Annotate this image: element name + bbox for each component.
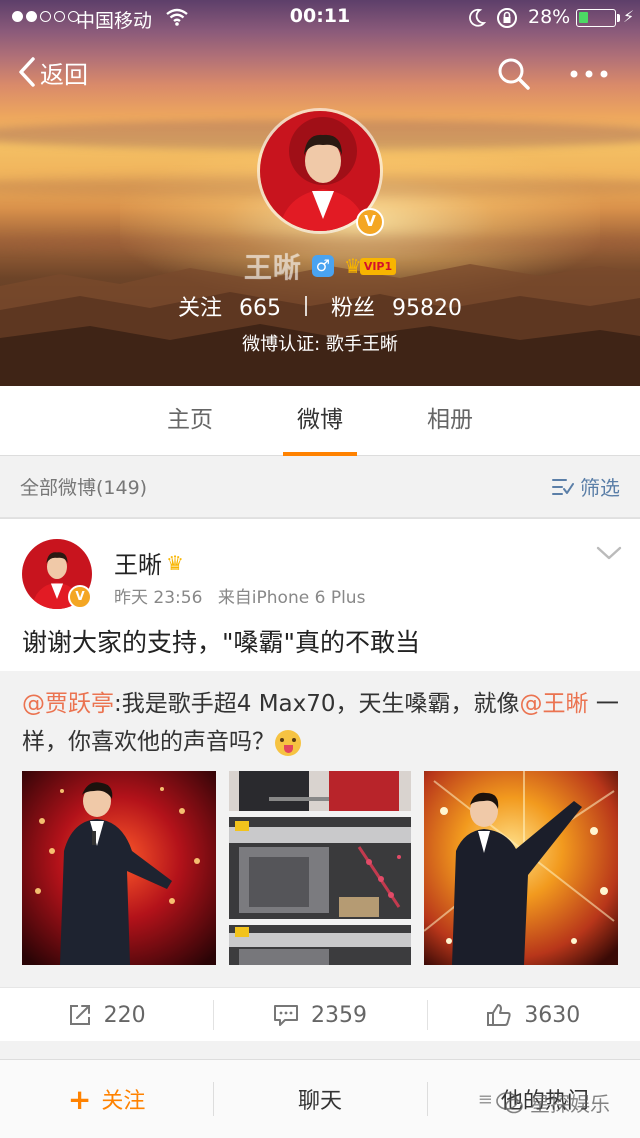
follow-button[interactable]: + 关注: [0, 1060, 213, 1138]
search-icon[interactable]: [494, 54, 534, 94]
post-photo[interactable]: [229, 771, 411, 811]
mention-link[interactable]: @贾跃亭: [22, 691, 114, 717]
post-card: V 王晰 ♛ 昨天 23:56 来自iPhone 6 Plus 谢谢大家的支持，…: [0, 518, 640, 1041]
moon-icon: [469, 8, 486, 27]
repost-count: 220: [103, 1002, 146, 1028]
back-button[interactable]: 返回: [18, 52, 88, 92]
battery-tip: [617, 14, 620, 22]
verified-badge-icon: V: [68, 585, 92, 609]
profile-stats: 关注 665 粉丝 95820: [0, 290, 640, 322]
charging-icon: ⚡: [623, 7, 635, 26]
post-photo[interactable]: [229, 925, 411, 965]
battery-percent: 28%: [528, 6, 571, 28]
following-count: 665: [239, 296, 281, 321]
post-text: 谢谢大家的支持，"嗓霸"真的不敢当: [22, 628, 420, 657]
post-time: 昨天 23:56: [114, 588, 203, 608]
repost-text-part: :我是歌手超4 Max70，天生嗓霸，就像: [114, 691, 520, 717]
repost-text: @贾跃亭:我是歌手超4 Max70，天生嗓霸，就像@王晰 一样，你喜欢他的声音吗…: [22, 685, 622, 761]
mention-link[interactable]: @王晰: [520, 691, 589, 717]
photo-image: [229, 771, 411, 811]
photo-image: [229, 925, 411, 965]
post-meta: 昨天 23:56 来自iPhone 6 Plus: [114, 583, 365, 608]
comment-icon: [273, 1005, 298, 1026]
followers-label: 粉丝: [331, 296, 376, 321]
share-icon: [69, 1005, 90, 1025]
more-icon[interactable]: [566, 54, 612, 94]
followers-count: 95820: [392, 296, 463, 321]
like-button[interactable]: 3630: [426, 988, 640, 1042]
back-label: 返回: [40, 60, 88, 89]
post-count-label: 全部微博(149): [20, 477, 148, 499]
post-photo[interactable]: [424, 771, 618, 965]
filter-label: 筛选: [580, 476, 620, 500]
follow-label: 关注: [101, 1089, 146, 1114]
post-photo[interactable]: [229, 817, 411, 919]
male-gender-icon: ♂: [311, 255, 334, 277]
verification-text: 微博认证: 歌手王晰: [242, 334, 398, 355]
comment-button[interactable]: 2359: [213, 988, 426, 1042]
filter-row: 全部微博(149) 筛选: [0, 456, 640, 518]
photo-image: [424, 771, 618, 965]
chat-button[interactable]: 聊天: [213, 1060, 426, 1138]
repost-block[interactable]: @贾跃亭:我是歌手超4 Max70，天生嗓霸，就像@王晰 一样，你喜欢他的声音吗…: [0, 671, 640, 987]
chevron-down-icon[interactable]: [594, 543, 624, 563]
tab-home[interactable]: 主页: [125, 386, 255, 456]
watermark: 星探娱乐: [496, 1088, 610, 1117]
battery-icon: [576, 9, 616, 27]
post-author-name: 王晰: [114, 551, 162, 579]
photo-image: [22, 771, 216, 965]
chat-label: 聊天: [297, 1089, 342, 1114]
repost-button[interactable]: 220: [0, 988, 213, 1042]
post-source: 来自iPhone 6 Plus: [217, 588, 366, 608]
chevron-left-icon: [19, 57, 35, 87]
profile-name: 王晰: [243, 251, 302, 284]
watermark-text: 星探娱乐: [530, 1092, 610, 1116]
stats-divider: [305, 296, 307, 316]
photo-image: [229, 817, 411, 919]
tongue-emoji-icon: [275, 729, 301, 756]
post-actions: 220 2359 3630: [0, 987, 640, 1042]
post-author[interactable]: 王晰 ♛: [114, 545, 184, 580]
wechat-icon: [496, 1091, 523, 1113]
status-bar: 中国移动 00:11 28% ⚡: [0, 0, 640, 36]
filter-button[interactable]: 筛选: [552, 472, 620, 501]
verified-badge-icon: V: [356, 208, 384, 236]
comment-count: 2359: [310, 1002, 367, 1028]
following-stat[interactable]: 关注 665: [178, 290, 281, 322]
rotation-lock-icon: [497, 8, 517, 28]
plus-icon: +: [67, 1082, 92, 1116]
following-label: 关注: [177, 296, 222, 321]
card-gap: [0, 1041, 640, 1059]
post-photo[interactable]: [22, 771, 216, 965]
like-count: 3630: [524, 1002, 581, 1028]
tab-weibo[interactable]: 微博: [255, 386, 385, 456]
profile-name-row: 王晰 ♂ ♛ VIP1: [0, 246, 640, 286]
profile-tabs: 主页 微博 相册: [0, 386, 640, 456]
vip-label: VIP1: [359, 257, 397, 275]
tab-album[interactable]: 相册: [385, 386, 515, 456]
filter-icon: [552, 478, 574, 495]
menu-icon: ≡: [477, 1088, 493, 1110]
vip-badge[interactable]: ♛ VIP1: [344, 254, 397, 278]
followers-stat[interactable]: 粉丝 95820: [331, 290, 462, 322]
crown-icon: ♛: [166, 550, 184, 575]
thumbs-up-icon: [487, 1004, 511, 1026]
